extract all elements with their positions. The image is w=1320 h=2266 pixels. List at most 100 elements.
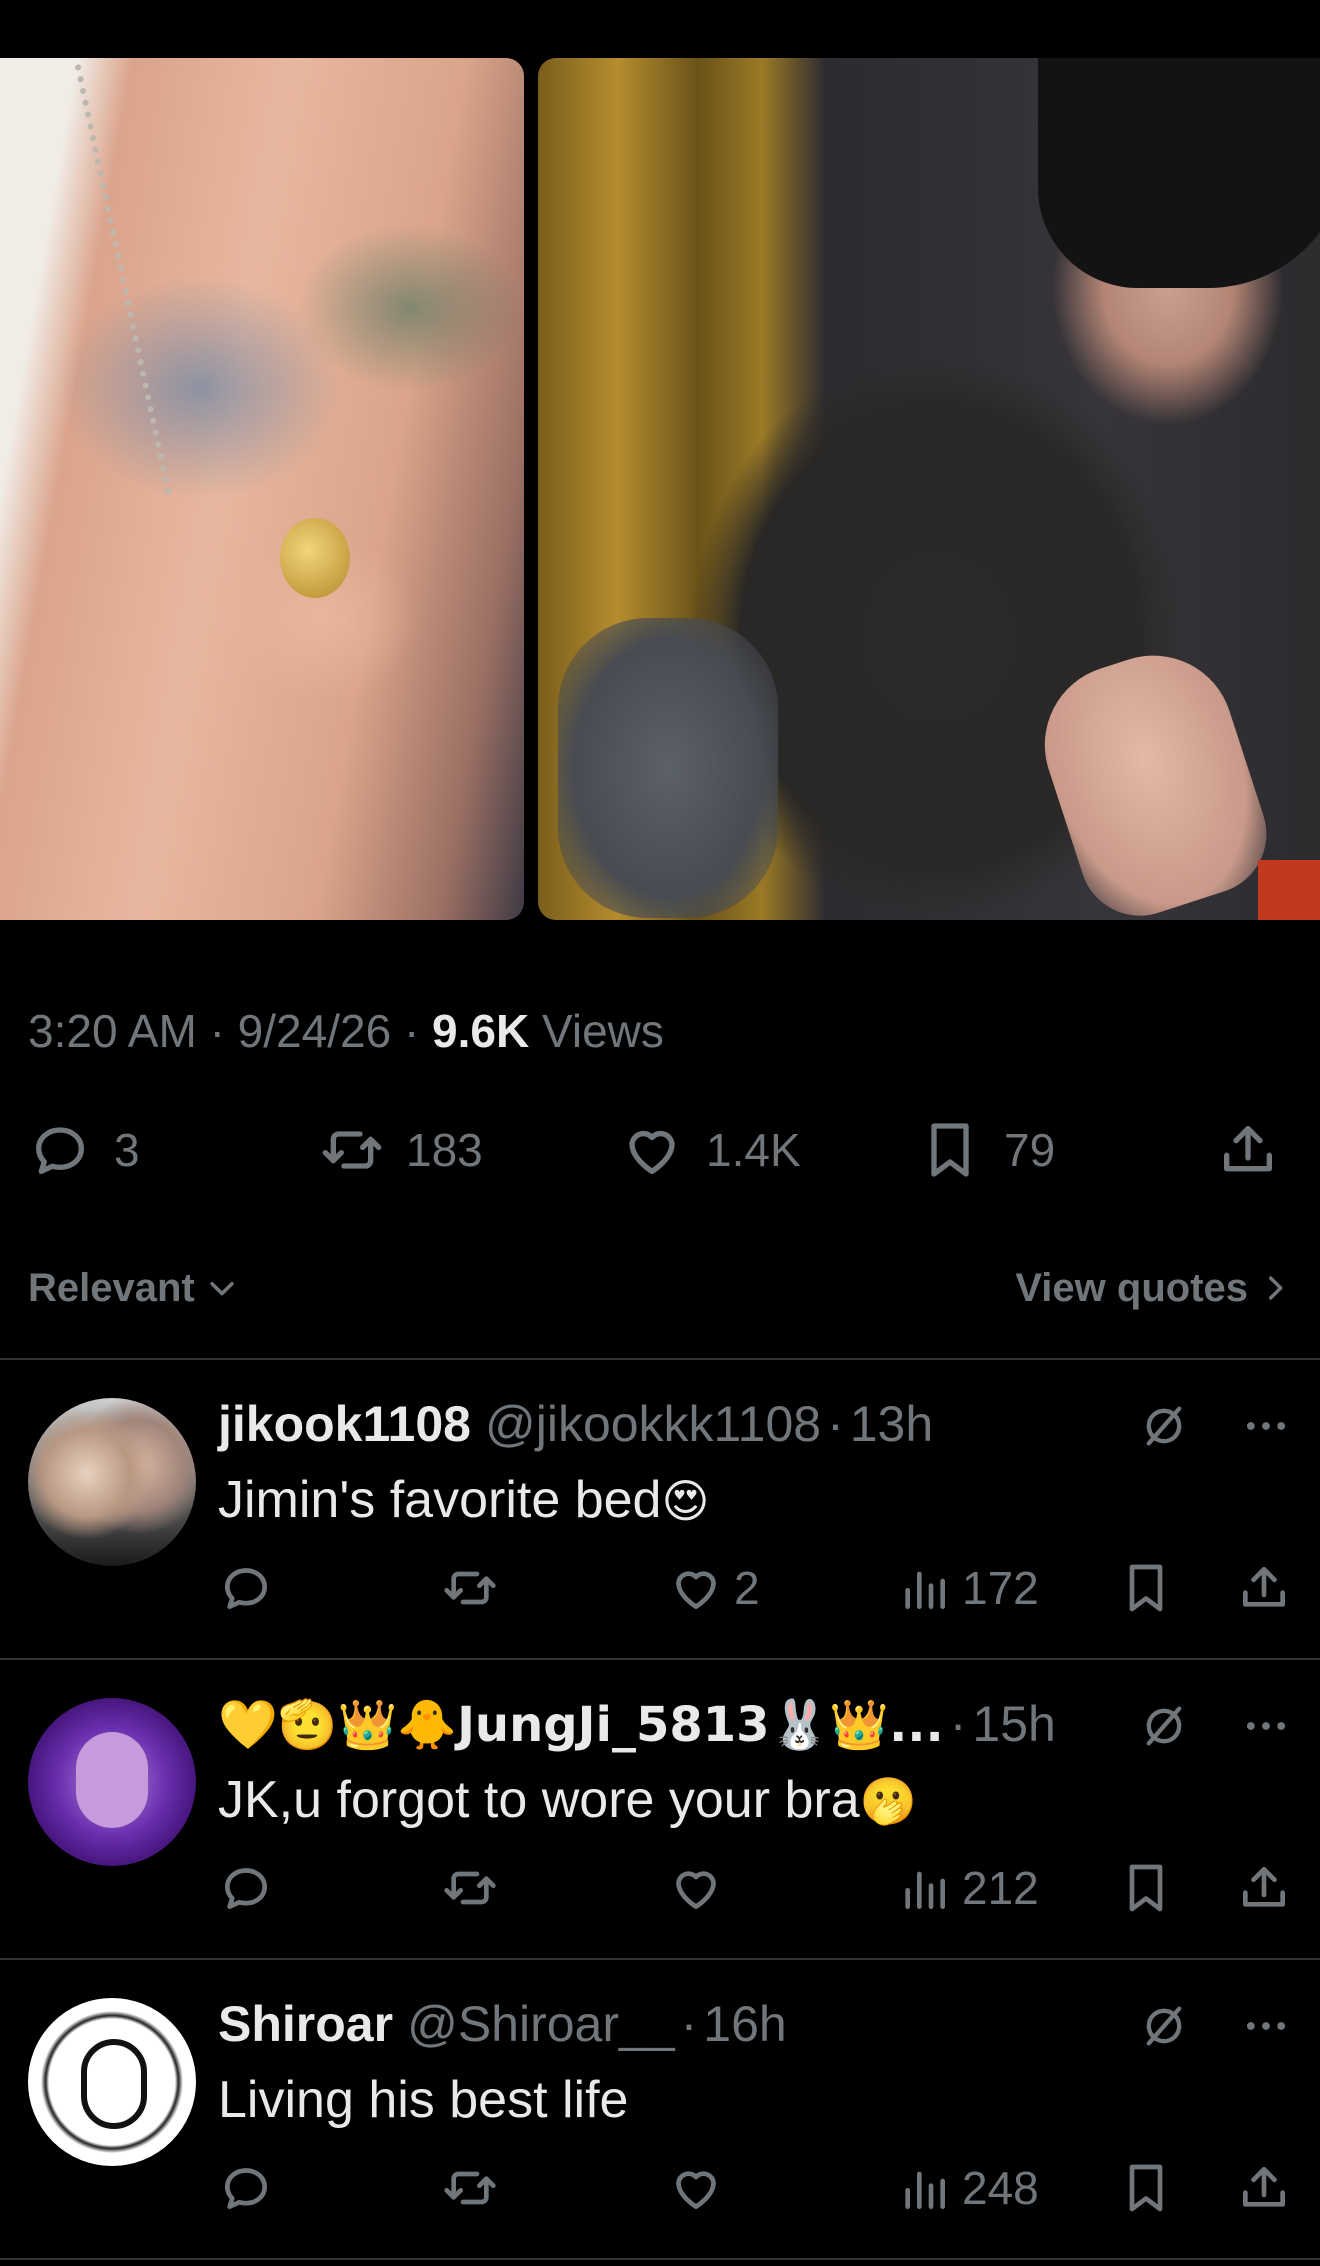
like-button[interactable] [668, 2160, 724, 2216]
reply-button[interactable] [218, 1860, 274, 1916]
reply-icon [225, 2168, 267, 2209]
views-count: 248 [962, 2162, 1039, 2214]
view-quotes-label: View quotes [1015, 1265, 1248, 1310]
view-quotes-link[interactable]: View quotes [1015, 1266, 1292, 1311]
bookmark-icon [931, 1123, 969, 1177]
repost-button[interactable]: 183 [320, 1118, 483, 1182]
reply-item[interactable]: jikook1108 @jikookkk1108 · 13h Jimin's f… [0, 1370, 1320, 1668]
analytics-icon [905, 2171, 945, 2209]
share-button[interactable] [1216, 1118, 1280, 1182]
reply-text: Living his best life [218, 2070, 628, 2130]
chevron-down-icon [210, 1281, 234, 1296]
chevron-right-icon [1268, 1276, 1283, 1300]
like-count: 2 [734, 1562, 760, 1614]
reply-icon [225, 1568, 267, 1609]
reply-item[interactable]: 💛🫡👑🐥JungJi_5813🐰👑... · 15h JK,u forgot t… [0, 1670, 1320, 1968]
share-icon [1224, 1126, 1272, 1172]
like-count: 1.4K [706, 1124, 801, 1176]
hand [1024, 634, 1282, 920]
bookmark-button[interactable]: 79 [918, 1118, 1055, 1182]
relevant-label: Relevant [28, 1265, 195, 1310]
avatar[interactable] [28, 1998, 196, 2166]
repost-icon [444, 1571, 496, 1605]
grok-icon[interactable] [1138, 2000, 1190, 2052]
heart-icon [629, 1130, 675, 1174]
hair [1038, 58, 1320, 288]
share-icon [1243, 1567, 1285, 1607]
necklace-chain [74, 60, 188, 496]
relevant-dropdown[interactable]: Relevant [28, 1266, 239, 1311]
analytics-icon [905, 1871, 945, 1909]
reply-author-handle[interactable]: @Shiroar__ [407, 1995, 675, 2053]
post-action-bar: 3 183 1.4K 79 [0, 1110, 1320, 1190]
reply-icon [36, 1127, 84, 1174]
share-button[interactable] [1236, 1860, 1292, 1916]
reply-author-name[interactable]: 💛🫡👑🐥JungJi_5813🐰👑... [218, 1696, 944, 1753]
bookmark-icon [1129, 1864, 1163, 1912]
divider [0, 1658, 1320, 1660]
reply-count: 3 [114, 1124, 140, 1176]
repost-icon [322, 1131, 382, 1169]
bookmark-icon [1129, 1564, 1163, 1612]
avatar-face [81, 2039, 147, 2129]
repost-button[interactable] [442, 1860, 498, 1916]
reply-author-handle[interactable]: @jikookkk1108 [485, 1395, 821, 1453]
avatar[interactable] [28, 1698, 196, 1866]
reply-time: 13h [849, 1396, 934, 1452]
views-button[interactable]: 248 [896, 2160, 1039, 2216]
heart-icon [676, 2171, 716, 2209]
repost-button[interactable] [442, 1560, 498, 1616]
bookmark-button[interactable] [1118, 1860, 1174, 1916]
post-date: 9/24/26 [237, 1005, 392, 1057]
reply-button[interactable] [218, 2160, 274, 2216]
more-icon[interactable] [1240, 1400, 1292, 1452]
heart-icon [676, 1571, 716, 1609]
bookmark-icon [1129, 2164, 1163, 2212]
grok-icon[interactable] [1138, 1400, 1190, 1452]
reply-author-name[interactable]: Shiroar [218, 1995, 393, 2053]
repost-count: 183 [406, 1124, 483, 1176]
reply-item[interactable]: Shiroar @Shiroar__ · 16h Living his best… [0, 1970, 1320, 2266]
divider [0, 1958, 1320, 1960]
repost-icon [444, 1871, 496, 1905]
avatar[interactable] [28, 1398, 196, 1566]
like-button[interactable]: 1.4K [620, 1118, 801, 1182]
heart-icon [676, 1871, 716, 1909]
more-icon[interactable] [1240, 2000, 1292, 2052]
like-button[interactable] [668, 1860, 724, 1916]
bookmark-button[interactable] [1118, 1560, 1174, 1616]
reply-header-icons [1138, 2000, 1292, 2052]
bookmark-button[interactable] [1118, 2160, 1174, 2216]
share-button[interactable] [1236, 2160, 1292, 2216]
grok-icon[interactable] [1138, 1700, 1190, 1752]
views-button[interactable]: 172 [896, 1560, 1039, 1616]
repost-icon [444, 2171, 496, 2205]
reply-header-icons [1138, 1700, 1292, 1752]
share-icon [1243, 1867, 1285, 1907]
share-icon [1243, 2167, 1285, 2207]
share-button[interactable] [1236, 1560, 1292, 1616]
post-image-left[interactable] [0, 58, 524, 920]
more-icon[interactable] [1240, 1700, 1292, 1752]
post-image-right[interactable] [538, 58, 1320, 920]
like-button[interactable]: 2 [668, 1560, 760, 1616]
reply-button[interactable] [218, 1560, 274, 1616]
post-meta: 3:20 AM · 9/24/26 · 9.6K Views [28, 1004, 664, 1058]
views-button[interactable]: 212 [896, 1860, 1039, 1916]
divider [0, 2258, 1320, 2260]
repost-button[interactable] [442, 2160, 498, 2216]
avatar-face [76, 1732, 148, 1828]
analytics-icon [905, 1571, 945, 1609]
post-time: 3:20 AM [28, 1005, 197, 1057]
meta-separator: · [209, 1005, 225, 1057]
sort-row: Relevant View quotes [28, 1258, 1292, 1318]
reply-author-name[interactable]: jikook1108 [218, 1395, 471, 1453]
pendant [280, 518, 350, 598]
views-count: 9.6K [432, 1005, 530, 1057]
reply-text-body: Living his best life [218, 2071, 629, 2129]
reply-button[interactable]: 3 [28, 1118, 140, 1182]
views-count: 212 [962, 1862, 1039, 1914]
reply-emoji: 🫢 [859, 1774, 917, 1828]
reply-header: jikook1108 @jikookkk1108 · 13h [218, 1394, 1292, 1454]
reply-header-icons [1138, 1400, 1292, 1452]
